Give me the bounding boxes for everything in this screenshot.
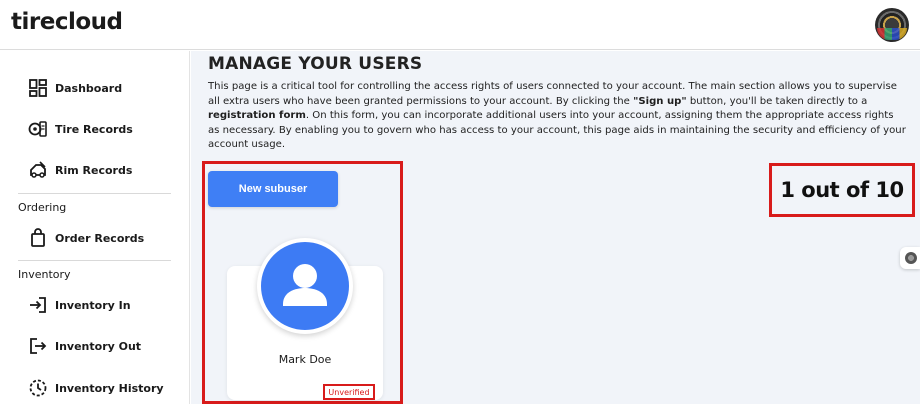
- sidebar-section-ordering: Ordering: [18, 201, 67, 214]
- page-description: This page is a critical tool for control…: [208, 80, 908, 153]
- new-subuser-button[interactable]: New subuser: [208, 171, 338, 207]
- sidebar-divider: [18, 260, 171, 261]
- page-title: MANAGE YOUR USERS: [208, 54, 423, 74]
- person-icon: [283, 264, 327, 306]
- history-icon: [29, 379, 47, 397]
- tire-records-icon: [28, 121, 47, 137]
- status-badge: Unverified: [323, 384, 375, 400]
- user-count: 1 out of 10: [769, 163, 915, 217]
- user-name: Mark Doe: [278, 353, 332, 366]
- sidebar-item-tire-records[interactable]: Tire Records: [28, 117, 133, 141]
- shopping-bag-icon: [31, 228, 45, 247]
- sidebar-item-inventory-out[interactable]: Inventory Out: [28, 334, 141, 358]
- sidebar-item-label: Inventory History: [55, 381, 164, 395]
- sidebar-divider: [18, 193, 171, 194]
- user-avatar[interactable]: [257, 238, 353, 334]
- sidebar-item-label: Order Records: [55, 231, 145, 245]
- sign-out-icon: [30, 338, 47, 354]
- description-registration-form: registration form: [208, 110, 306, 122]
- sidebar-item-label: Tire Records: [55, 122, 133, 136]
- sidebar-item-label: Inventory In: [55, 298, 131, 312]
- dashboard-icon: [29, 79, 47, 97]
- sidebar-item-dashboard[interactable]: Dashboard: [28, 76, 122, 100]
- app-logo[interactable]: tirecloud: [11, 9, 123, 35]
- sidebar-item-order-records[interactable]: Order Records: [28, 226, 144, 250]
- rim-records-icon: [30, 161, 46, 178]
- sign-in-icon: [30, 297, 46, 313]
- description-text: button, you'll be taken directly to a: [686, 95, 868, 107]
- description-text: . On this form, you can incorporate addi…: [208, 110, 906, 151]
- sidebar-item-inventory-history[interactable]: Inventory History: [28, 376, 164, 400]
- sidebar-item-rim-records[interactable]: Rim Records: [28, 158, 132, 182]
- sidebar-section-inventory: Inventory: [18, 268, 71, 281]
- sidebar: Dashboard Tire Records Rim Records Order…: [0, 51, 190, 404]
- top-bar: tirecloud: [0, 0, 920, 50]
- main-content: MANAGE YOUR USERS This page is a critica…: [191, 51, 920, 404]
- sidebar-item-label: Inventory Out: [55, 339, 142, 353]
- sidebar-item-inventory-in[interactable]: Inventory In: [28, 293, 131, 317]
- sidebar-item-label: Dashboard: [55, 81, 123, 95]
- description-signup: "Sign up": [633, 95, 687, 107]
- side-panel-toggle[interactable]: [900, 247, 920, 269]
- account-avatar[interactable]: [875, 8, 909, 42]
- sidebar-item-label: Rim Records: [55, 163, 133, 177]
- toggle-icon: [905, 252, 917, 264]
